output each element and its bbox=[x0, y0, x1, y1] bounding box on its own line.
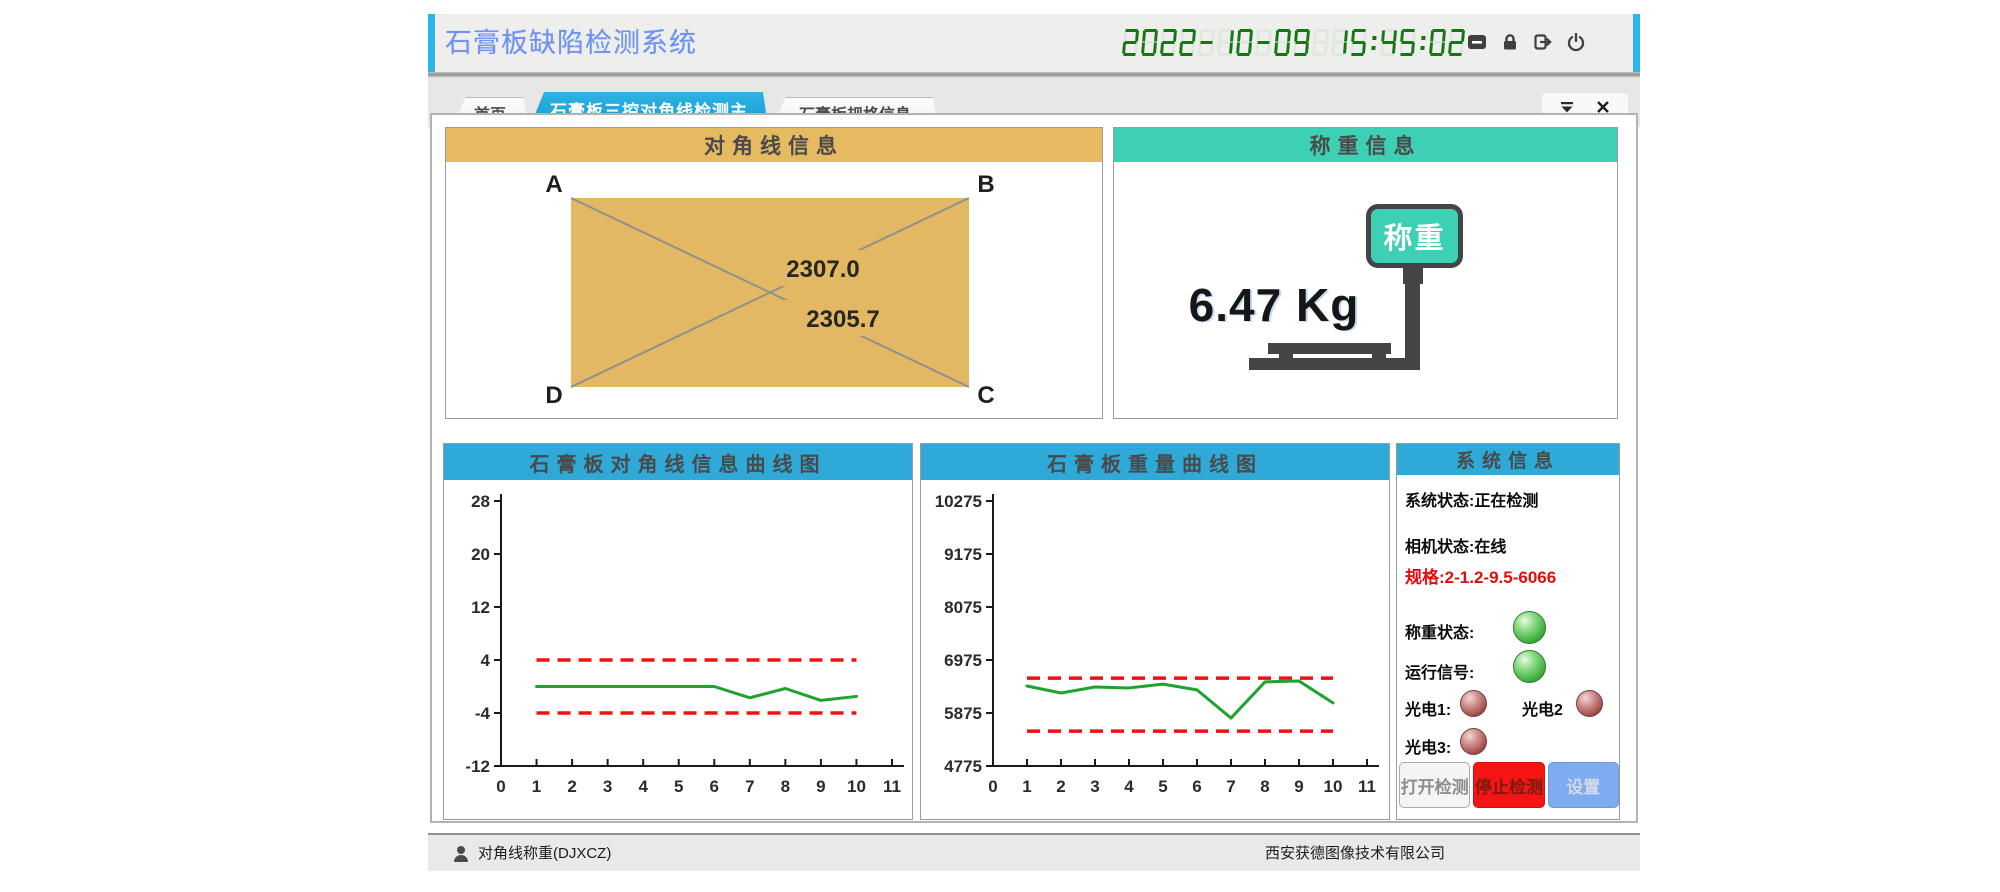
weight-info-panel-header: 称重信息 bbox=[1114, 128, 1617, 162]
app-window: 石膏板缺陷检测系统 bbox=[428, 14, 1640, 872]
weigh-status-led bbox=[1513, 611, 1546, 644]
photo3-led bbox=[1460, 728, 1487, 755]
svg-text:28: 28 bbox=[471, 492, 490, 511]
datetime-display bbox=[1123, 29, 1468, 56]
lock-icon[interactable] bbox=[1499, 31, 1521, 53]
photo1-label: 光电1: bbox=[1405, 696, 1451, 720]
statusbar: 对角线称重(DJXCZ) 西安获德图像技术有限公司 bbox=[428, 833, 1640, 871]
run-signal-label: 运行信号: bbox=[1405, 659, 1474, 683]
svg-text:5: 5 bbox=[674, 777, 683, 796]
corner-b-label: B bbox=[977, 171, 994, 198]
svg-text:9: 9 bbox=[816, 777, 825, 796]
svg-text:0: 0 bbox=[496, 777, 505, 796]
run-signal-led bbox=[1513, 650, 1546, 683]
svg-text:6975: 6975 bbox=[944, 651, 982, 670]
scale-base bbox=[1249, 358, 1420, 370]
diagonal-db-value: 2307.0 bbox=[786, 256, 859, 283]
weight-value: 6.47 Kg bbox=[1169, 278, 1379, 332]
svg-text:10275: 10275 bbox=[935, 492, 982, 511]
svg-text:7: 7 bbox=[745, 777, 754, 796]
diagonal-info-panel: 对角线信息 2307.0 2305.7 A B D C bbox=[445, 127, 1103, 419]
diagonal-ac-value: 2305.7 bbox=[806, 306, 879, 333]
titlebar-left-accent bbox=[428, 14, 435, 72]
scale-display-label: 称重 bbox=[1383, 215, 1445, 257]
user-icon bbox=[451, 844, 471, 864]
titlebar-right-accent bbox=[1633, 14, 1640, 72]
svg-text:8075: 8075 bbox=[944, 598, 982, 617]
stop-detect-button[interactable]: 停止检测 bbox=[1473, 762, 1544, 808]
svg-text:1: 1 bbox=[532, 777, 541, 796]
scale-stem bbox=[1405, 268, 1420, 369]
svg-text:3: 3 bbox=[1090, 777, 1099, 796]
diagonal-curve-chart-panel: 石膏板对角线信息曲线图 2820124-4-1201234567891011 bbox=[443, 443, 913, 820]
svg-text:6: 6 bbox=[710, 777, 719, 796]
diagonal-diagram: 2307.0 2305.7 A B D C bbox=[446, 162, 1102, 418]
svg-text:8: 8 bbox=[781, 777, 790, 796]
corner-c-label: C bbox=[977, 382, 994, 409]
system-info-panel: 系统信息 系统状态:正在检测 相机状态:在线 规格:2-1.2-9.5-6066… bbox=[1396, 443, 1620, 820]
screen: 石膏板缺陷检测系统 bbox=[0, 0, 2000, 892]
svg-text:5875: 5875 bbox=[944, 704, 982, 723]
system-info-body: 系统状态:正在检测 相机状态:在线 规格:2-1.2-9.5-6066 称重状态… bbox=[1397, 475, 1619, 819]
weight-info-panel: 称重信息 称重 6.47 Kg bbox=[1113, 127, 1618, 419]
svg-text:5: 5 bbox=[1158, 777, 1167, 796]
scale-display: 称重 bbox=[1366, 204, 1463, 268]
app-title: 石膏板缺陷检测系统 bbox=[445, 14, 697, 72]
svg-text:-12: -12 bbox=[465, 757, 490, 776]
svg-text:1: 1 bbox=[1022, 777, 1031, 796]
system-buttons: 打开检测 停止检测 设置 bbox=[1399, 762, 1619, 808]
svg-text:2: 2 bbox=[567, 777, 576, 796]
corner-a-label: A bbox=[545, 171, 562, 198]
svg-text:9: 9 bbox=[1294, 777, 1303, 796]
minimize-icon[interactable] bbox=[1466, 31, 1488, 53]
svg-text:10: 10 bbox=[1324, 777, 1343, 796]
diagonal-curve-chart: 2820124-4-1201234567891011 bbox=[444, 480, 912, 819]
camera-status-text: 相机状态:在线 bbox=[1405, 533, 1506, 557]
weight-curve-chart-title: 石膏板重量曲线图 bbox=[921, 444, 1389, 480]
window-controls bbox=[1466, 31, 1587, 53]
date-display bbox=[1123, 29, 1313, 56]
svg-text:3: 3 bbox=[603, 777, 612, 796]
spec-text: 规格:2-1.2-9.5-6066 bbox=[1405, 563, 1556, 588]
photo1-led bbox=[1460, 690, 1487, 717]
main-content: 对角线信息 2307.0 2305.7 A B D C 称重信息 bbox=[430, 113, 1638, 823]
statusbar-user: 对角线称重(DJXCZ) bbox=[478, 835, 611, 873]
svg-text:4: 4 bbox=[1124, 777, 1134, 796]
svg-text:4: 4 bbox=[638, 777, 648, 796]
photo3-label: 光电3: bbox=[1405, 734, 1451, 758]
photo2-label: 光电2 bbox=[1522, 696, 1563, 720]
logout-icon[interactable] bbox=[1532, 31, 1554, 53]
statusbar-company: 西安获德图像技术有限公司 bbox=[1265, 835, 1445, 873]
svg-text:4: 4 bbox=[481, 651, 491, 670]
corner-d-label: D bbox=[545, 382, 562, 409]
weight-curve-chart: 10275 9175 8075 6975 5875 4775 0 1 2 3 4 5 6 7 8 9 10 11 bbox=[921, 480, 1389, 819]
titlebar: 石膏板缺陷检测系统 bbox=[428, 14, 1640, 72]
photo2-led bbox=[1576, 690, 1603, 717]
svg-text:20: 20 bbox=[471, 545, 490, 564]
svg-text:10: 10 bbox=[847, 777, 866, 796]
weight-curve-chart-panel: 石膏板重量曲线图 10275 9175 8075 6975 5875 4775 0 1 2 3 4 5… bbox=[920, 443, 1390, 820]
svg-text:7: 7 bbox=[1226, 777, 1235, 796]
svg-text:0: 0 bbox=[988, 777, 997, 796]
system-status-text: 系统状态:正在检测 bbox=[1405, 487, 1538, 511]
svg-text:4775: 4775 bbox=[944, 757, 982, 776]
settings-button[interactable]: 设置 bbox=[1548, 762, 1619, 808]
svg-text:2: 2 bbox=[1056, 777, 1065, 796]
weigh-status-label: 称重状态: bbox=[1405, 619, 1474, 643]
power-icon[interactable] bbox=[1565, 31, 1587, 53]
scale-platform bbox=[1268, 343, 1391, 354]
svg-text:11: 11 bbox=[1358, 777, 1376, 796]
svg-text:6: 6 bbox=[1192, 777, 1201, 796]
svg-text:8: 8 bbox=[1260, 777, 1269, 796]
svg-text:-4: -4 bbox=[475, 704, 491, 723]
time-display bbox=[1313, 29, 1468, 56]
svg-text:11: 11 bbox=[883, 777, 901, 796]
system-info-panel-header: 系统信息 bbox=[1397, 444, 1619, 475]
diagonal-info-panel-header: 对角线信息 bbox=[446, 128, 1102, 162]
open-detect-button[interactable]: 打开检测 bbox=[1399, 762, 1470, 808]
svg-text:12: 12 bbox=[471, 598, 490, 617]
weight-graphic: 称重 6.47 Kg bbox=[1114, 162, 1617, 418]
diagonal-curve-chart-title: 石膏板对角线信息曲线图 bbox=[444, 444, 912, 480]
svg-text:9175: 9175 bbox=[944, 545, 982, 564]
